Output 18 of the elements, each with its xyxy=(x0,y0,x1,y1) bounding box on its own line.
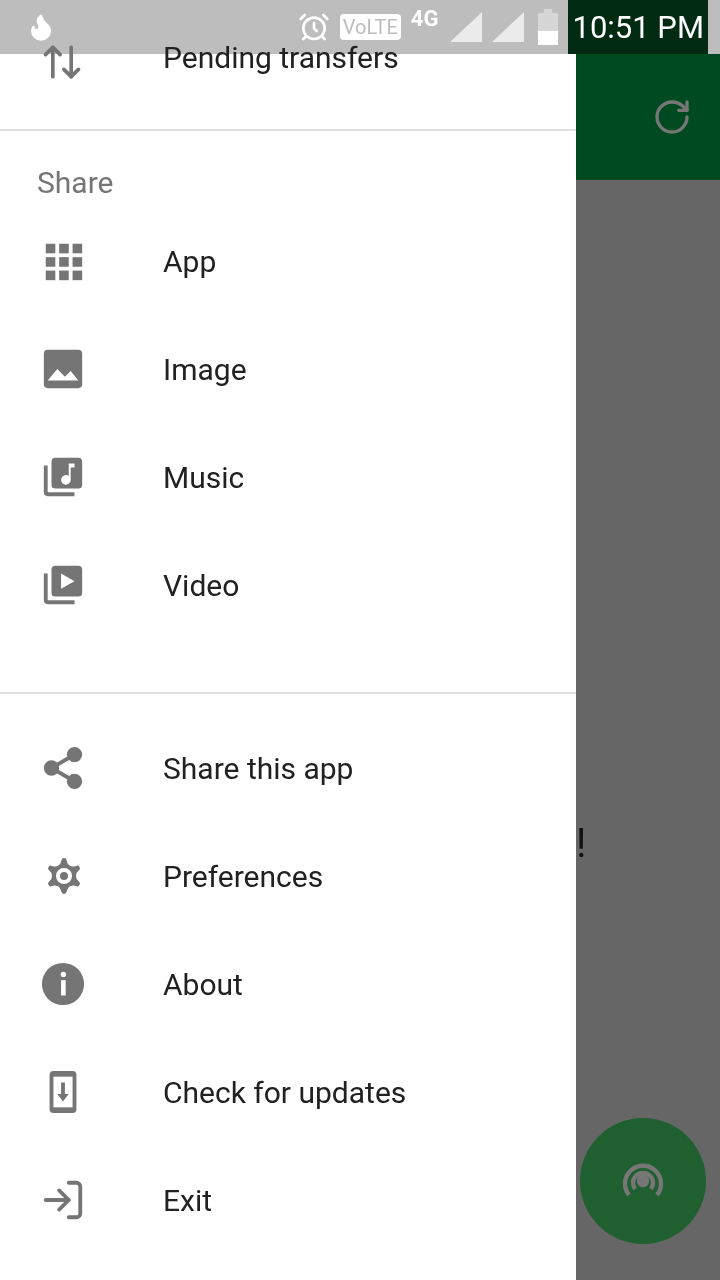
info-icon xyxy=(40,961,86,1007)
drawer-item[interactable]: Music xyxy=(0,423,576,531)
drawer-item[interactable]: Check for updates xyxy=(0,1038,576,1146)
drawer-item[interactable]: About xyxy=(0,930,576,1038)
drawer-item[interactable]: Video xyxy=(0,531,576,639)
drawer-item[interactable]: Exit xyxy=(0,1146,576,1254)
drawer-item[interactable]: Preferences xyxy=(0,822,576,930)
drawer-item[interactable]: Share this app xyxy=(0,714,576,822)
drawer-item[interactable]: Image xyxy=(0,315,576,423)
drawer-item[interactable]: App xyxy=(0,207,576,315)
battery-icon xyxy=(538,9,559,45)
volte-badge: VoLTE xyxy=(339,14,401,40)
clock-time: 10:51 PM xyxy=(568,0,708,54)
alarm-icon xyxy=(297,11,330,43)
refresh-icon xyxy=(652,97,692,137)
section-header: Share xyxy=(36,164,115,202)
body-text: ! xyxy=(576,820,587,867)
network-type: 4G xyxy=(410,6,439,31)
